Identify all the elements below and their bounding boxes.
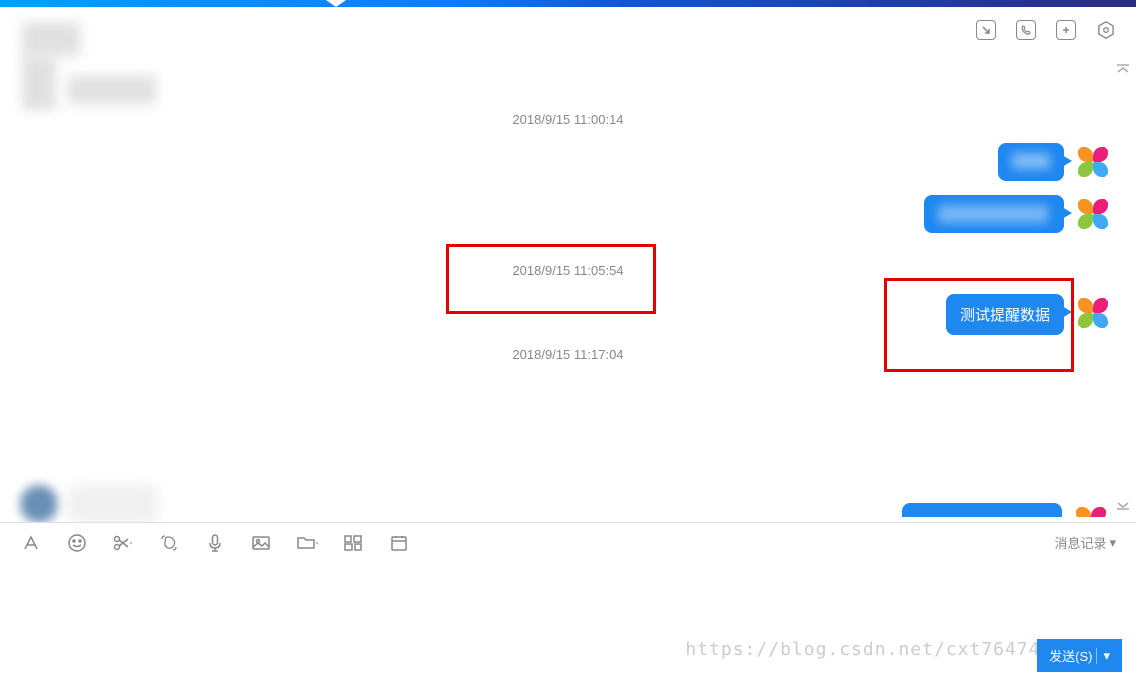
add-icon[interactable] — [1056, 20, 1076, 40]
message-row-outgoing — [0, 191, 1136, 237]
message-bubble-blurred — [924, 195, 1064, 233]
header-icon-row — [976, 20, 1116, 40]
folder-icon[interactable] — [296, 532, 318, 554]
contact-avatar-blur — [22, 22, 80, 56]
apps-icon[interactable] — [342, 532, 364, 554]
top-accent-bar — [0, 0, 1136, 7]
message-row-incoming — [20, 485, 158, 522]
sender-avatar[interactable] — [1074, 294, 1112, 332]
emoji-icon[interactable] — [66, 532, 88, 554]
dropdown-arrow-icon: ▾ — [1109, 535, 1116, 551]
history-label: 消息记录 — [1054, 533, 1106, 552]
font-icon[interactable] — [20, 532, 42, 554]
sender-avatar[interactable] — [1074, 195, 1112, 233]
scissors-icon[interactable] — [112, 532, 134, 554]
input-toolbar: 消息记录 ▾ — [0, 522, 1136, 562]
sender-avatar[interactable] — [1072, 503, 1110, 517]
message-bubble-blurred — [998, 143, 1064, 181]
peer-avatar-blur — [20, 485, 58, 522]
microphone-icon[interactable] — [204, 532, 226, 554]
watermark-text: https://blog.csdn.net/cxt76474961 — [685, 639, 1076, 660]
message-bubble-cutoff — [902, 503, 1062, 517]
send-bar: 发送(S) ▾ — [1037, 639, 1122, 672]
dropdown-arrow-icon: ▾ — [1096, 648, 1110, 664]
send-label: 发送(S) — [1049, 646, 1092, 665]
collapse-top-icon[interactable] — [1116, 64, 1130, 74]
message-row-outgoing-partial — [902, 503, 1110, 517]
message-row-outgoing — [0, 139, 1136, 185]
shake-icon[interactable] — [158, 532, 180, 554]
timestamp: 2018/9/15 11:00:14 — [0, 112, 1136, 127]
call-icon[interactable] — [1016, 20, 1036, 40]
message-bubble-blurred — [68, 485, 158, 522]
image-icon[interactable] — [250, 532, 272, 554]
pop-out-icon[interactable] — [976, 20, 996, 40]
top-bar-notch — [326, 0, 346, 7]
sender-avatar[interactable] — [1074, 143, 1112, 181]
annotation-box-1 — [446, 244, 656, 314]
settings-icon[interactable] — [1096, 20, 1116, 40]
calendar-icon[interactable] — [388, 532, 410, 554]
message-history-button[interactable]: 消息记录 ▾ — [1054, 533, 1116, 552]
message-input-area[interactable] — [0, 562, 1136, 642]
annotation-box-2 — [884, 278, 1074, 372]
send-button[interactable]: 发送(S) ▾ — [1037, 639, 1122, 672]
collapse-input-icon[interactable] — [1116, 500, 1130, 510]
